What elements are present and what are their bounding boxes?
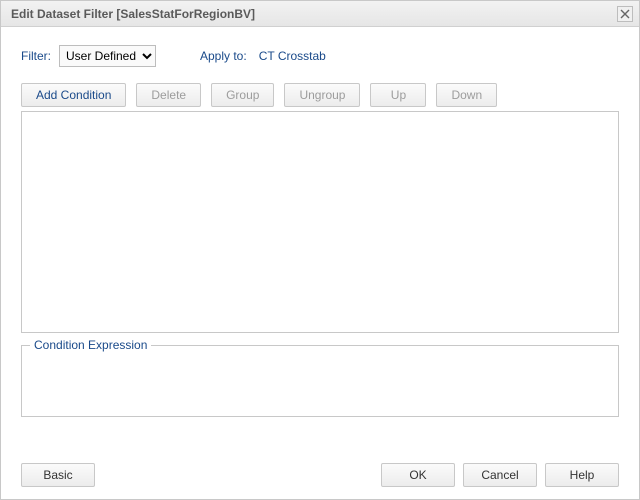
dialog-footer: Basic OK Cancel Help	[21, 463, 619, 487]
conditions-panel[interactable]	[21, 111, 619, 333]
down-button[interactable]: Down	[436, 83, 497, 107]
delete-button[interactable]: Delete	[136, 83, 201, 107]
add-condition-button[interactable]: Add Condition	[21, 83, 126, 107]
condition-expression-legend: Condition Expression	[30, 338, 151, 352]
conditions-toolbar: Add Condition Delete Group Ungroup Up Do…	[21, 83, 619, 107]
ungroup-button[interactable]: Ungroup	[284, 83, 360, 107]
cancel-button[interactable]: Cancel	[463, 463, 537, 487]
up-button[interactable]: Up	[370, 83, 426, 107]
close-icon[interactable]	[617, 6, 633, 22]
filter-label: Filter:	[21, 49, 51, 63]
apply-to-label: Apply to:	[200, 49, 247, 63]
footer-right: OK Cancel Help	[381, 463, 619, 487]
help-button[interactable]: Help	[545, 463, 619, 487]
apply-to-value: CT Crosstab	[259, 49, 326, 63]
dialog-title: Edit Dataset Filter [SalesStatForRegionB…	[11, 7, 255, 21]
titlebar: Edit Dataset Filter [SalesStatForRegionB…	[1, 1, 639, 27]
filter-row: Filter: User Defined Apply to: CT Crosst…	[21, 45, 619, 67]
ok-button[interactable]: OK	[381, 463, 455, 487]
dialog-edit-dataset-filter: Edit Dataset Filter [SalesStatForRegionB…	[0, 0, 640, 500]
dialog-body: Filter: User Defined Apply to: CT Crosst…	[1, 27, 639, 417]
group-button[interactable]: Group	[211, 83, 274, 107]
filter-select[interactable]: User Defined	[59, 45, 156, 67]
basic-button[interactable]: Basic	[21, 463, 95, 487]
condition-expression-fieldset: Condition Expression	[21, 345, 619, 417]
footer-left: Basic	[21, 463, 95, 487]
